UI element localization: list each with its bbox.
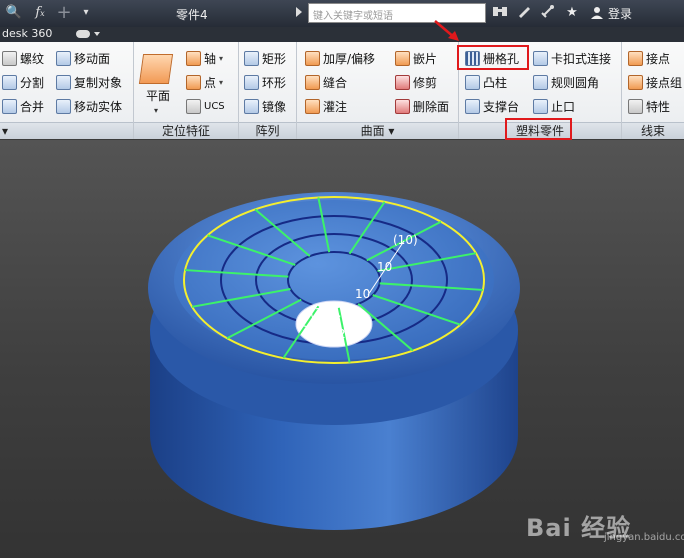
- mirror-icon: [244, 98, 259, 114]
- panel-surface: 加厚/偏移 缝合 灌注 嵌片 修剪 删除面 曲面 ▾: [297, 42, 459, 139]
- ribbon: 螺纹 分割 合并 移动面 复制对象 移动实体 ▾ 平面 ▾ 轴 ▾ 点 ▾ UC…: [0, 42, 684, 139]
- lip-icon: [533, 98, 548, 114]
- plane-dropdown-icon: ▾: [154, 106, 159, 115]
- panel-pattern: 矩形 环形 镜像 阵列: [239, 42, 297, 139]
- splice-group-button[interactable]: 接点组: [628, 72, 682, 92]
- splice-button[interactable]: 接点: [628, 48, 670, 68]
- panel-pattern-footer: 阵列: [239, 122, 296, 139]
- dimension-label[interactable]: (10): [393, 233, 418, 247]
- split-button[interactable]: 分割: [2, 72, 44, 92]
- axis-icon: [186, 50, 201, 66]
- model-canvas[interactable]: (10) 10 10 (360.00) 20: [0, 140, 684, 558]
- login-label: 登录: [608, 6, 633, 21]
- delete-face-button[interactable]: 删除面: [395, 96, 449, 116]
- ucs-button[interactable]: UCS: [186, 96, 225, 116]
- magnify-icon[interactable]: 🔍: [4, 3, 24, 23]
- watermark-site: jingyan.baidu.com: [604, 532, 684, 543]
- plastic-part-highlight-box: [505, 118, 572, 140]
- delete-face-icon: [395, 98, 410, 114]
- panel-harness: 接点 接点组 特性 线束: [622, 42, 684, 139]
- point-dropdown-icon[interactable]: ▾: [219, 78, 223, 87]
- splice-group-icon: [628, 74, 643, 90]
- sculpt-icon: [305, 98, 320, 114]
- snap-fit-button[interactable]: 卡扣式连接: [533, 48, 611, 68]
- plane-icon: [138, 54, 174, 84]
- move-body-icon: [56, 98, 71, 114]
- panel-work-features: 平面 ▾ 轴 ▾ 点 ▾ UCS 定位特征: [134, 42, 239, 139]
- tab-bar: desk 360: [0, 27, 684, 42]
- panel-modify-footer[interactable]: ▾: [0, 122, 133, 139]
- pointer-arrow-icon: [434, 20, 459, 41]
- dimension-label[interactable]: (360.00): [310, 306, 361, 320]
- axis-dropdown-icon[interactable]: ▾: [219, 54, 223, 63]
- satellite-icon[interactable]: [538, 3, 558, 23]
- sculpt-button[interactable]: 灌注: [305, 96, 347, 116]
- rest-button[interactable]: 支撑台: [465, 96, 519, 116]
- boss-button[interactable]: 凸柱: [465, 72, 507, 92]
- ucs-icon: [186, 98, 201, 114]
- point-icon: [186, 74, 201, 90]
- point-button[interactable]: 点 ▾: [186, 72, 223, 92]
- thicken-icon: [305, 50, 320, 66]
- crosshair-icon[interactable]: +: [54, 3, 74, 23]
- rest-icon: [465, 98, 480, 114]
- properties-button[interactable]: 特性: [628, 96, 670, 116]
- chevron-down-icon[interactable]: [94, 32, 100, 36]
- tab-autodesk-360[interactable]: desk 360: [2, 27, 52, 40]
- dimension-label[interactable]: 20: [338, 327, 353, 341]
- splice-icon: [628, 50, 643, 66]
- expand-arrow-icon[interactable]: [296, 7, 302, 17]
- graphics-viewport[interactable]: (10) 10 10 (360.00) 20 Bai 经验 jingyan.ba…: [0, 140, 684, 558]
- rectangular-pattern-button[interactable]: 矩形: [244, 48, 286, 68]
- panel-work-features-footer: 定位特征: [134, 122, 238, 139]
- patch-icon: [395, 50, 410, 66]
- dimension-label[interactable]: 10: [355, 287, 370, 301]
- fx-icon[interactable]: fx: [30, 3, 50, 23]
- properties-icon: [628, 98, 643, 114]
- binoculars-icon[interactable]: [490, 3, 510, 23]
- panel-surface-footer[interactable]: 曲面 ▾: [297, 122, 458, 139]
- copy-object-icon: [56, 74, 71, 90]
- help-toolbar: ★: [490, 3, 582, 23]
- rule-fillet-button[interactable]: 规则圆角: [533, 72, 599, 92]
- stitch-button[interactable]: 缝合: [305, 72, 347, 92]
- user-icon: [591, 7, 603, 19]
- axis-button[interactable]: 轴 ▾: [186, 48, 223, 68]
- login-button[interactable]: 登录: [590, 3, 632, 23]
- trim-icon: [395, 74, 410, 90]
- snap-fit-icon: [533, 50, 548, 66]
- lip-button[interactable]: 止口: [533, 96, 575, 116]
- star-icon[interactable]: ★: [562, 3, 582, 23]
- combine-button[interactable]: 合并: [2, 96, 44, 116]
- boss-icon: [465, 74, 480, 90]
- patch-button[interactable]: 嵌片: [395, 48, 437, 68]
- mirror-button[interactable]: 镜像: [244, 96, 286, 116]
- rule-fillet-icon: [533, 74, 548, 90]
- copy-object-button[interactable]: 复制对象: [56, 72, 122, 92]
- grill-highlight-box: [457, 45, 529, 70]
- trim-button[interactable]: 修剪: [395, 72, 437, 92]
- combine-icon: [2, 98, 17, 114]
- wrench-icon[interactable]: [514, 3, 534, 23]
- document-title: 零件4: [176, 8, 208, 22]
- thread-icon: [2, 50, 17, 66]
- circular-pattern-button[interactable]: 环形: [244, 72, 286, 92]
- circular-pattern-icon: [244, 74, 259, 90]
- thread-button[interactable]: 螺纹: [2, 48, 44, 68]
- move-body-button[interactable]: 移动实体: [56, 96, 122, 116]
- thicken-offset-button[interactable]: 加厚/偏移: [305, 48, 375, 68]
- quick-access-dropdown-icon[interactable]: ▾: [76, 3, 96, 23]
- panel-harness-footer: 线束: [622, 122, 684, 139]
- stitch-icon: [305, 74, 320, 90]
- move-face-button[interactable]: 移动面: [56, 48, 110, 68]
- split-icon: [2, 74, 17, 90]
- panel-modify: 螺纹 分割 合并 移动面 复制对象 移动实体 ▾: [0, 42, 134, 139]
- move-face-icon: [56, 50, 71, 66]
- rectangular-pattern-icon: [244, 50, 259, 66]
- cloud-icon[interactable]: [76, 30, 90, 38]
- title-bar: 🔍 fx + ▾ 零件4 键入关键字或短语 ★ 登录: [0, 0, 684, 27]
